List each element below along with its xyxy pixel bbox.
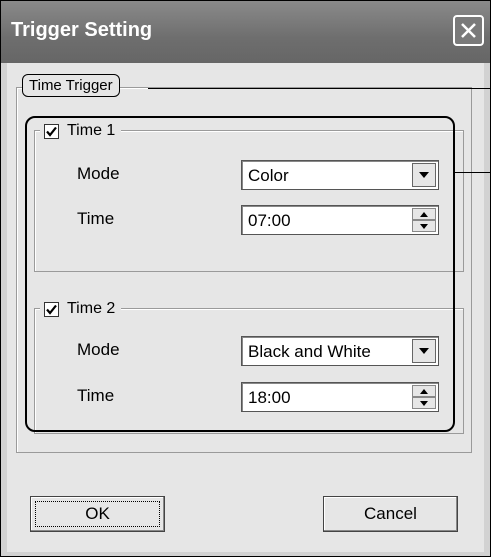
- title-bar[interactable]: Trigger Setting: [1, 1, 490, 63]
- focus-ring: [35, 501, 160, 527]
- close-button[interactable]: [453, 15, 484, 46]
- window-title: Trigger Setting: [11, 19, 153, 41]
- cancel-button-label: Cancel: [364, 504, 417, 523]
- callout-line: [148, 88, 491, 89]
- callout-line: [455, 172, 491, 173]
- cancel-button[interactable]: Cancel: [323, 496, 458, 532]
- time-trigger-label: Time Trigger: [22, 74, 120, 97]
- ok-button[interactable]: OK: [30, 496, 165, 532]
- close-icon: [461, 23, 476, 38]
- callout-highlight: [25, 116, 455, 432]
